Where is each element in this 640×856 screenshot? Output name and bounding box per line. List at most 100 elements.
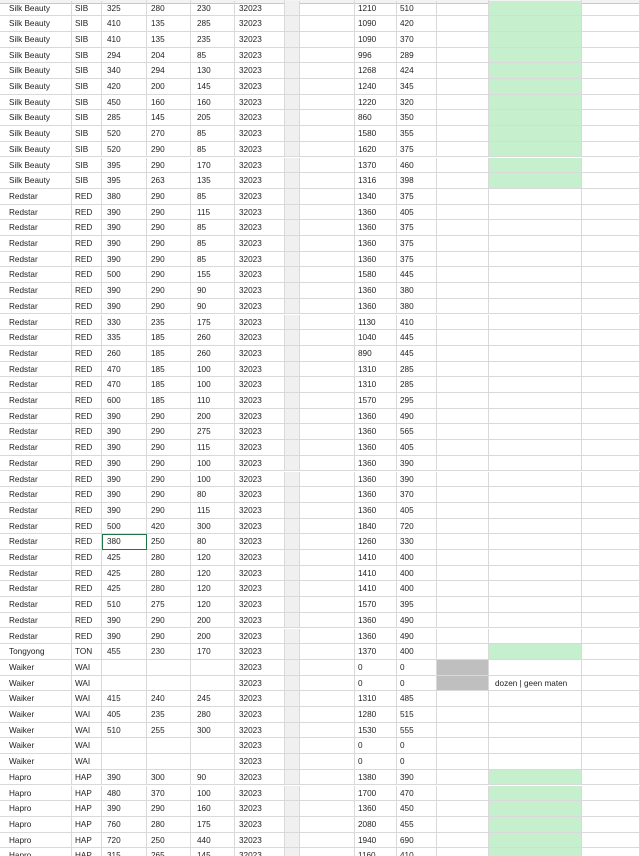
spacer-cell[interactable]	[300, 707, 355, 723]
total-a-cell[interactable]: 1360	[355, 471, 397, 488]
empty-cell[interactable]	[582, 31, 640, 48]
height-cell[interactable]: 90	[191, 298, 235, 315]
total-a-cell[interactable]: 1410	[355, 565, 397, 582]
date-code-cell[interactable]: 32023	[235, 79, 285, 95]
note-cell[interactable]	[489, 188, 582, 205]
code-cell[interactable]: RED	[72, 440, 102, 456]
empty-cell[interactable]	[582, 816, 640, 833]
code-cell[interactable]: WAI	[72, 691, 102, 707]
total-a-cell[interactable]: 1580	[355, 267, 397, 284]
spacer-cell[interactable]	[300, 628, 355, 645]
total-a-cell[interactable]: 1360	[355, 204, 397, 221]
empty-cell[interactable]	[582, 173, 640, 189]
length-cell[interactable]: 390	[102, 251, 147, 268]
flag-cell[interactable]	[437, 188, 489, 205]
total-a-cell[interactable]: 1360	[355, 283, 397, 299]
empty-cell[interactable]	[582, 377, 640, 393]
flag-cell[interactable]	[437, 236, 489, 252]
total-a-cell[interactable]: 1360	[355, 801, 397, 817]
date-code-cell[interactable]: 32023	[235, 518, 285, 535]
flag-cell[interactable]	[437, 173, 489, 189]
code-cell[interactable]: WAI	[72, 675, 102, 692]
height-cell[interactable]: 115	[191, 204, 235, 221]
empty-cell[interactable]	[582, 628, 640, 645]
total-a-cell[interactable]: 890	[355, 345, 397, 362]
total-a-cell[interactable]: 0	[355, 659, 397, 676]
total-a-cell[interactable]: 0	[355, 738, 397, 755]
height-cell[interactable]: 120	[191, 597, 235, 613]
total-b-cell[interactable]: 375	[397, 236, 437, 252]
width-cell[interactable]: 270	[147, 126, 191, 142]
note-cell[interactable]	[489, 345, 582, 362]
date-code-cell[interactable]: 32023	[235, 283, 285, 299]
total-a-cell[interactable]: 1360	[355, 408, 397, 425]
empty-cell[interactable]	[582, 314, 640, 331]
empty-cell[interactable]	[582, 785, 640, 802]
length-cell[interactable]: 425	[102, 565, 147, 582]
date-code-cell[interactable]: 32023	[235, 251, 285, 268]
note-cell[interactable]	[489, 314, 582, 331]
spacer-cell[interactable]	[300, 769, 355, 786]
code-cell[interactable]: SIB	[72, 16, 102, 32]
spacer-cell[interactable]	[300, 471, 355, 488]
note-cell[interactable]	[489, 141, 582, 158]
note-cell[interactable]	[489, 754, 582, 770]
note-cell[interactable]	[489, 487, 582, 503]
length-cell[interactable]: 260	[102, 345, 147, 362]
empty-cell[interactable]	[582, 283, 640, 299]
note-cell[interactable]	[489, 738, 582, 755]
length-cell[interactable]: 390	[102, 408, 147, 425]
total-a-cell[interactable]: 1360	[355, 220, 397, 236]
flag-cell[interactable]	[437, 785, 489, 802]
spacer-cell[interactable]	[300, 63, 355, 79]
empty-cell[interactable]	[582, 801, 640, 817]
code-cell[interactable]: RED	[72, 612, 102, 629]
flag-cell[interactable]	[437, 393, 489, 409]
hidden-column-cell[interactable]	[285, 141, 300, 158]
empty-cell[interactable]	[582, 424, 640, 441]
brand-cell[interactable]: Redstar	[0, 236, 72, 252]
note-cell[interactable]	[489, 393, 582, 409]
date-code-cell[interactable]: 32023	[235, 298, 285, 315]
date-code-cell[interactable]: 32023	[235, 471, 285, 488]
date-code-cell[interactable]: 32023	[235, 94, 285, 111]
height-cell[interactable]: 235	[191, 31, 235, 48]
total-b-cell[interactable]: 0	[397, 738, 437, 755]
height-cell[interactable]	[191, 675, 235, 692]
length-cell[interactable]: 390	[102, 612, 147, 629]
height-cell[interactable]: 115	[191, 502, 235, 519]
height-cell[interactable]: 100	[191, 377, 235, 393]
total-a-cell[interactable]: 1370	[355, 157, 397, 174]
spacer-cell[interactable]	[300, 377, 355, 393]
total-a-cell[interactable]: 1360	[355, 236, 397, 252]
length-cell[interactable]: 294	[102, 47, 147, 64]
width-cell[interactable]: 185	[147, 345, 191, 362]
date-code-cell[interactable]: 32023	[235, 675, 285, 692]
code-cell[interactable]: WAI	[72, 754, 102, 770]
code-cell[interactable]: WAI	[72, 738, 102, 755]
height-cell[interactable]: 85	[191, 220, 235, 236]
width-cell[interactable]: 235	[147, 707, 191, 723]
total-b-cell[interactable]: 0	[397, 659, 437, 676]
brand-cell[interactable]: Waiker	[0, 675, 72, 692]
width-cell[interactable]: 250	[147, 534, 191, 550]
height-cell[interactable]: 170	[191, 157, 235, 174]
note-cell[interactable]	[489, 0, 582, 17]
brand-cell[interactable]: Waiker	[0, 754, 72, 770]
total-a-cell[interactable]: 1370	[355, 644, 397, 660]
length-cell[interactable]	[102, 738, 147, 755]
length-cell[interactable]: 455	[102, 644, 147, 660]
width-cell[interactable]: 263	[147, 173, 191, 189]
total-b-cell[interactable]: 0	[397, 675, 437, 692]
empty-cell[interactable]	[582, 518, 640, 535]
width-cell[interactable]: 290	[147, 801, 191, 817]
total-a-cell[interactable]: 1240	[355, 79, 397, 95]
empty-cell[interactable]	[582, 361, 640, 378]
width-cell[interactable]: 204	[147, 47, 191, 64]
note-cell[interactable]	[489, 283, 582, 299]
brand-cell[interactable]: Redstar	[0, 267, 72, 284]
total-a-cell[interactable]: 0	[355, 754, 397, 770]
note-cell[interactable]	[489, 534, 582, 550]
brand-cell[interactable]: Redstar	[0, 581, 72, 598]
brand-cell[interactable]: Silk Beauty	[0, 126, 72, 142]
